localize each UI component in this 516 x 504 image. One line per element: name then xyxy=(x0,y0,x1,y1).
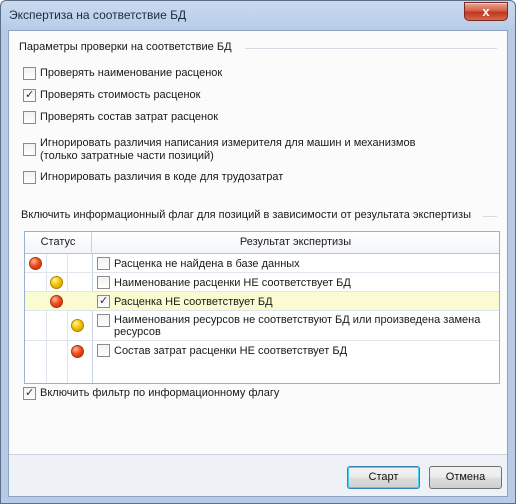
option-label: Игнорировать различия в коде для трудоза… xyxy=(40,171,284,183)
checkbox-checked[interactable] xyxy=(23,88,36,102)
group-divider xyxy=(245,48,497,49)
row-result-text: Наименования ресурсов не соответствуют Б… xyxy=(114,314,481,326)
table-header: Статус Результат экспертизы xyxy=(25,232,499,254)
row-checkbox[interactable] xyxy=(97,257,110,270)
option-label: Проверять стоимость расценок xyxy=(40,89,201,101)
option-enable-flag-filter[interactable]: Включить фильтр по информационному флагу xyxy=(23,386,280,400)
close-button[interactable]: x xyxy=(464,2,508,21)
option-check-composition[interactable]: Проверять состав затрат расценок xyxy=(23,111,218,124)
option-label: Включить фильтр по информационному флагу xyxy=(40,387,280,399)
checkbox-checked[interactable] xyxy=(23,386,36,400)
button-bar: Старт Отмена xyxy=(9,455,507,496)
option-check-names[interactable]: Проверять наименование расценок xyxy=(23,67,222,80)
yellow-status-icon xyxy=(50,276,63,289)
start-button[interactable]: Старт xyxy=(347,466,420,489)
window-title: Экспертиза на соответствие БД xyxy=(9,8,187,22)
params-group-title: Параметры проверки на соответствие БД xyxy=(19,41,232,53)
checkbox[interactable] xyxy=(23,143,36,156)
checkbox[interactable] xyxy=(23,171,36,184)
red-status-icon xyxy=(50,295,63,308)
close-icon: x xyxy=(482,4,490,19)
dialog-client-area: Параметры проверки на соответствие БД Пр… xyxy=(8,30,508,497)
option-label: Проверять состав затрат расценок xyxy=(40,111,219,123)
option-check-cost[interactable]: Проверять стоимость расценок xyxy=(23,88,201,102)
table-row[interactable]: Расценка не найдена в базе данных xyxy=(25,255,499,273)
row-checkbox-checked[interactable] xyxy=(97,294,110,308)
table-row[interactable]: Состав затрат расценки НЕ соответствует … xyxy=(25,341,499,360)
checkbox[interactable] xyxy=(23,67,36,80)
option-label: Игнорировать различия написания измерите… xyxy=(40,137,416,149)
group-divider xyxy=(483,216,497,217)
table-row[interactable]: Наименования ресурсов не соответствуют Б… xyxy=(25,311,499,341)
checkbox[interactable] xyxy=(23,111,36,124)
row-result-text-line2: ресурсов xyxy=(114,326,161,338)
table-row-selected[interactable]: Расценка НЕ соответствует БД xyxy=(25,292,499,311)
row-result-text-multiline: Наименования ресурсов не соответствуют Б… xyxy=(114,314,495,338)
row-result-text: Наименование расценки НЕ соответствует Б… xyxy=(114,277,351,289)
row-checkbox[interactable] xyxy=(97,314,110,327)
option-label: Проверять наименование расценок xyxy=(40,67,223,79)
yellow-status-icon xyxy=(71,319,84,332)
column-header-result[interactable]: Результат экспертизы xyxy=(92,232,499,254)
row-result-text: Состав затрат расценки НЕ соответствует … xyxy=(114,345,348,357)
row-checkbox[interactable] xyxy=(97,344,110,357)
cancel-button[interactable]: Отмена xyxy=(429,466,502,489)
row-result-text: Расценка не найдена в базе данных xyxy=(114,258,300,270)
row-result-text: Расценка НЕ соответствует БД xyxy=(114,296,273,308)
option-ignore-units[interactable]: Игнорировать различия написания измерите… xyxy=(23,137,415,163)
row-checkbox[interactable] xyxy=(97,276,110,289)
red-status-icon xyxy=(29,257,42,270)
option-label-line2: (только затратные части позиций) xyxy=(40,150,214,162)
option-ignore-labor-code[interactable]: Игнорировать различия в коде для трудоза… xyxy=(23,171,283,184)
expertise-flags-table: Статус Результат экспертизы Расценка не … xyxy=(24,231,500,384)
dialog-window: Экспертиза на соответствие БД x Параметр… xyxy=(0,0,516,504)
table-row[interactable]: Наименование расценки НЕ соответствует Б… xyxy=(25,273,499,292)
flags-group-title: Включить информационный флаг для позиций… xyxy=(21,209,472,221)
title-bar[interactable]: Экспертиза на соответствие БД x xyxy=(1,1,515,29)
column-header-status[interactable]: Статус xyxy=(25,232,92,254)
red-status-icon xyxy=(71,345,84,358)
option-label-multiline: Игнорировать различия написания измерите… xyxy=(40,137,415,163)
